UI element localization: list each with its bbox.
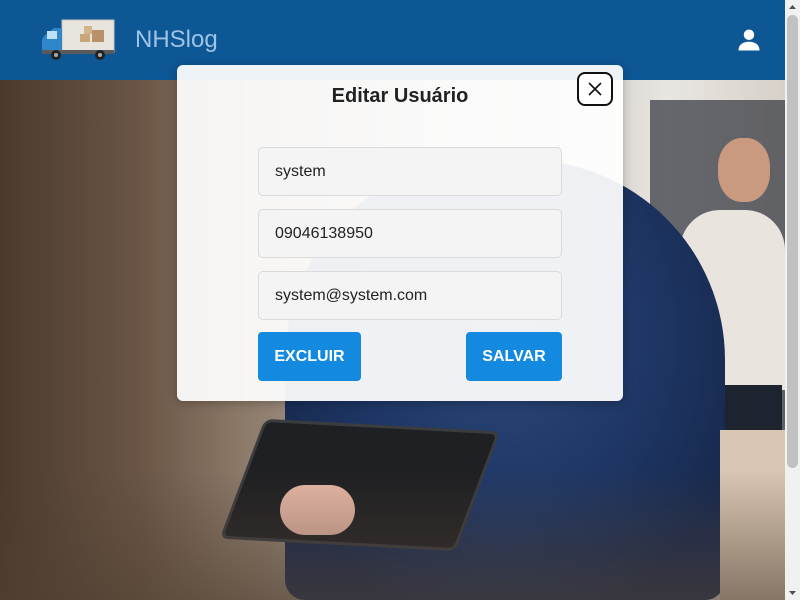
scroll-up-arrow-icon[interactable] xyxy=(785,0,800,15)
page-scrollbar[interactable] xyxy=(785,0,800,600)
person-icon[interactable] xyxy=(735,26,763,54)
delete-button[interactable]: EXCLUIR xyxy=(258,332,361,381)
scroll-down-arrow-icon[interactable] xyxy=(785,585,800,600)
email-field[interactable] xyxy=(258,271,562,320)
close-icon xyxy=(588,82,602,96)
close-button[interactable] xyxy=(577,72,613,106)
brand-name[interactable]: NHSlog xyxy=(135,26,218,54)
phone-field[interactable] xyxy=(258,209,562,258)
delivery-truck-icon[interactable] xyxy=(40,18,116,62)
scrollbar-thumb[interactable] xyxy=(787,15,798,468)
edit-user-dialog: Editar Usuário EXCLUIR SALVAR xyxy=(177,65,623,401)
dialog-title: Editar Usuário xyxy=(331,85,469,107)
save-button[interactable]: SALVAR xyxy=(466,332,562,381)
name-field[interactable] xyxy=(258,147,562,196)
